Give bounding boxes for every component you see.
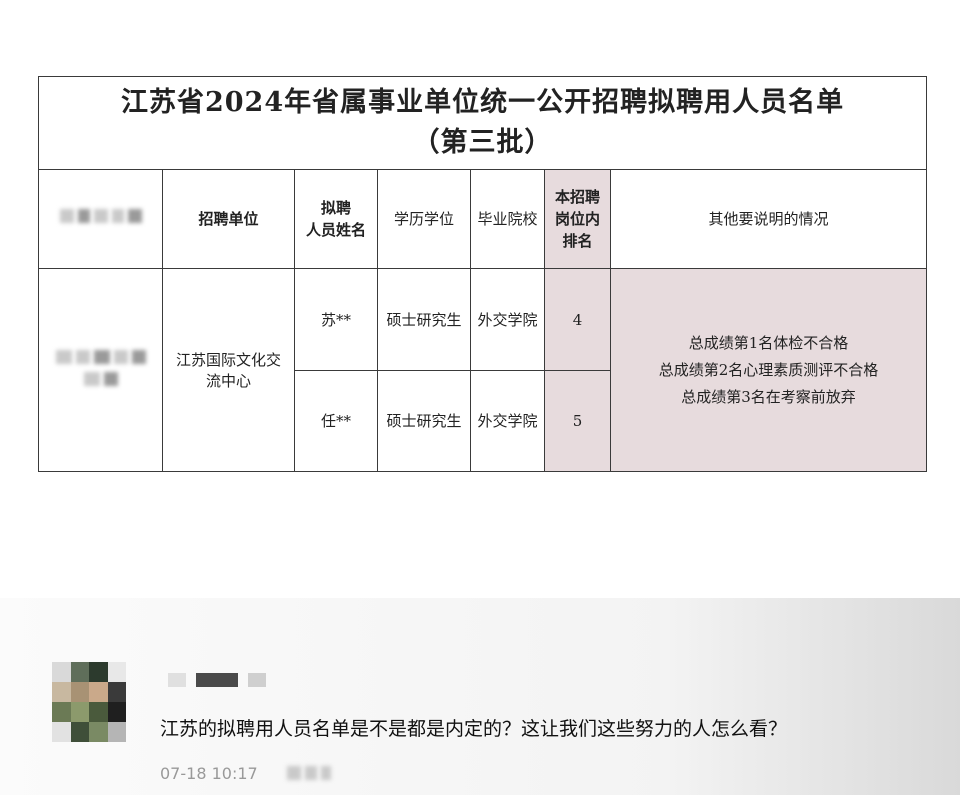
note-line: 总成绩第3名在考察前放弃 (681, 387, 856, 406)
title-text: 江苏省2024年省属事业单位统一公开招聘拟聘用人员名单 (120, 87, 845, 119)
note-line: 总成绩第2名心理素质测评不合格 (658, 360, 879, 379)
unit-line1: 江苏国际文化交 (175, 351, 281, 370)
unit-cell: 江苏国际文化交 流中心 (162, 268, 295, 472)
comment-text: 江苏的拟聘用人员名单是不是都是内定的？这让我们这些努力的人怎么看？ (160, 718, 788, 740)
avatar[interactable] (52, 662, 126, 742)
table-row: 江苏国际文化交 流中心 苏** 硕士研究生 外交学院 4 总成绩第1名体检不合格… (38, 268, 928, 472)
note-line: 总成绩第1名体检不合格 (688, 333, 849, 352)
header-rank-line2: 岗位内 (554, 210, 600, 229)
school-cell: 外交学院 (470, 369, 545, 473)
degree-cell: 硕士研究生 (377, 369, 471, 473)
notes-cell: 总成绩第1名体检不合格 总成绩第2名心理素质测评不合格 总成绩第3名在考察前放弃 (609, 268, 928, 472)
rank-cell: 5 (544, 369, 611, 473)
subtitle-text: （第三批） (412, 127, 553, 159)
comment-item: 江苏的拟聘用人员名单是不是都是内定的？这让我们这些努力的人怎么看？ 07-18 … (0, 598, 960, 795)
school-cell: 外交学院 (470, 268, 545, 371)
name-cell: 苏** (294, 268, 378, 371)
header-name-line1: 拟聘 (320, 199, 351, 218)
header-row: 招聘单位 拟聘 人员姓名 学历学位 毕业院校 本招聘 岗位内 排名 其他要说明的… (38, 169, 928, 270)
document-image: 江苏省2024年省属事业单位统一公开招聘拟聘用人员名单 （第三批） 招聘单位 拟… (0, 0, 960, 598)
header-rank: 本招聘 岗位内 排名 (544, 169, 611, 270)
comment-timestamp: 07-18 10:17 (160, 764, 258, 783)
header-name-line2: 人员姓名 (305, 221, 366, 240)
unit-line2: 流中心 (205, 372, 251, 391)
header-rank-line3: 排名 (562, 232, 593, 251)
header-unit: 招聘单位 (162, 169, 295, 270)
degree-cell: 硕士研究生 (377, 268, 471, 371)
username-pixelated[interactable] (168, 672, 276, 691)
header-name: 拟聘 人员姓名 (294, 169, 378, 270)
recruitment-table: 江苏省2024年省属事业单位统一公开招聘拟聘用人员名单 （第三批） 招聘单位 拟… (37, 75, 928, 473)
header-pixelated (38, 169, 163, 270)
header-school: 毕业院校 (470, 169, 545, 270)
header-rank-line1: 本招聘 (554, 188, 600, 207)
rank-cell: 4 (544, 268, 611, 371)
header-degree: 学历学位 (377, 169, 471, 270)
header-notes: 其他要说明的情况 (609, 169, 928, 270)
table-title: 江苏省2024年省属事业单位统一公开招聘拟聘用人员名单 （第三批） (37, 75, 928, 171)
pixelated-cell (38, 268, 163, 472)
location-pixelated (285, 764, 333, 786)
name-cell: 任** (294, 369, 378, 473)
